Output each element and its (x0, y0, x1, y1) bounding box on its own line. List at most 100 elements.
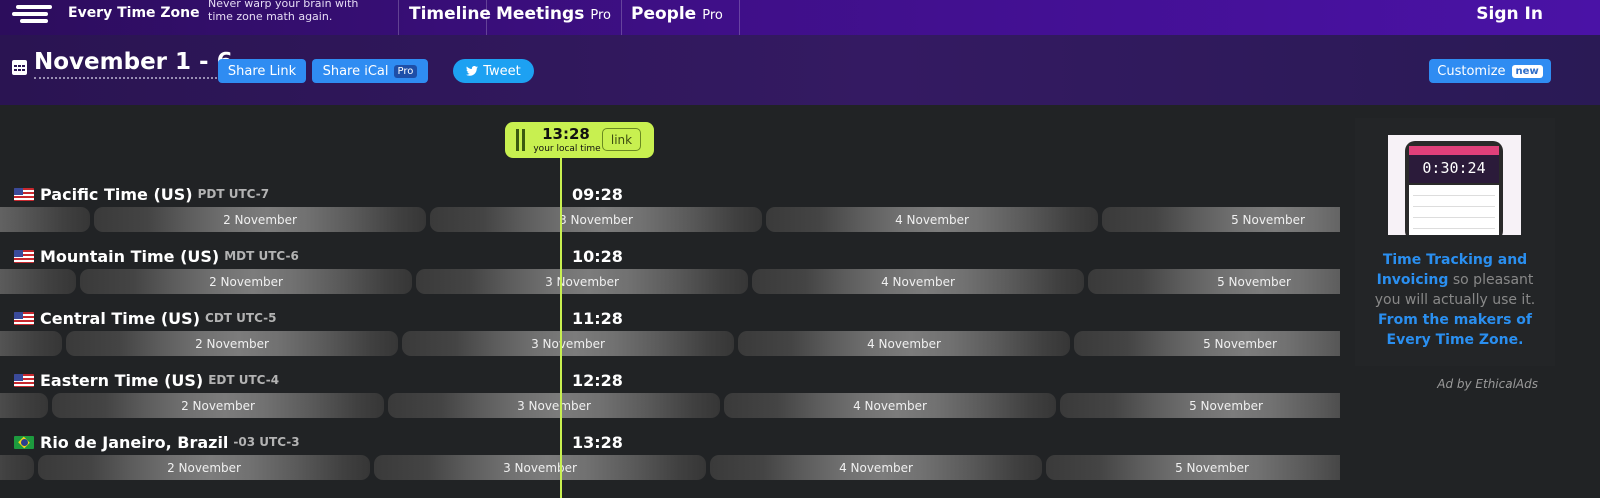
timezone-current-time: 11:28 (572, 308, 623, 328)
day-label: 5 November (1189, 398, 1263, 413)
nav-divider (621, 0, 622, 35)
timezone-offset: -03 UTC-3 (233, 435, 300, 449)
day-label: 2 November (195, 336, 269, 351)
day-segment[interactable] (0, 269, 76, 294)
day-label: 3 November (559, 212, 633, 227)
share-link-button[interactable]: Share Link (218, 59, 306, 83)
share-ical-label: Share iCal (322, 63, 389, 79)
day-segment[interactable] (0, 455, 34, 480)
customize-button[interactable]: Customize new (1429, 59, 1551, 83)
timezone-offset: EDT UTC-4 (208, 373, 280, 387)
nav-timeline[interactable]: Timeline (409, 4, 491, 24)
day-label: 4 November (881, 274, 955, 289)
day-strip[interactable]: 2 November 3 November 4 November 5 November (0, 455, 1340, 480)
us-flag-icon (14, 311, 34, 325)
timezone-label[interactable]: Central Time (US) CDT UTC-5 (14, 307, 277, 329)
day-segment[interactable] (0, 393, 48, 418)
local-time-label: your local time (533, 144, 601, 154)
timezone-offset: CDT UTC-5 (205, 311, 277, 325)
timezone-label[interactable]: Rio de Janeiro, Brazil -03 UTC-3 (14, 431, 300, 453)
ad-text[interactable]: Time Tracking and Invoicing so pleasant … (1363, 250, 1547, 350)
timezone-row[interactable]: Pacific Time (US) PDT UTC-7 09:28 2 Novembe… (0, 183, 1340, 245)
twitter-bird-icon (466, 66, 479, 76)
ad-image[interactable]: 0:30:24 (1388, 135, 1521, 235)
day-segment[interactable] (0, 331, 62, 356)
tweet-button[interactable]: Tweet (453, 59, 534, 83)
day-label: 3 November (517, 398, 591, 413)
day-label: 3 November (503, 460, 577, 475)
day-label: 2 November (223, 212, 297, 227)
day-label: 3 November (545, 274, 619, 289)
nav-people-label: People (631, 4, 697, 24)
date-range-title[interactable]: November 1 - 6 (34, 49, 233, 79)
ad-credit[interactable]: Ad by EthicalAds (1355, 377, 1538, 391)
page-header: November 1 - 6 Share Link Share iCal Pro … (0, 35, 1600, 105)
day-label: 5 November (1217, 274, 1291, 289)
us-flag-icon (14, 187, 34, 201)
day-label: 2 November (209, 274, 283, 289)
day-strip[interactable]: 2 November 3 November 4 November 5 November (0, 207, 1340, 232)
brand-name[interactable]: Every Time Zone (68, 5, 200, 21)
ad-maker-link[interactable]: From the makers of Every Time Zone. (1378, 312, 1532, 348)
day-label: 4 November (867, 336, 941, 351)
local-time-marker[interactable]: 13:28 your local time link (505, 122, 654, 158)
top-nav: Every Time Zone Never warp your brain wi… (0, 0, 1600, 35)
timezone-current-time: 09:28 (572, 184, 623, 204)
nav-people[interactable]: People Pro (631, 4, 723, 24)
sign-in-link[interactable]: Sign In (1476, 4, 1543, 24)
timezone-offset: PDT UTC-7 (197, 187, 270, 201)
local-time-value: 13:28 (542, 125, 590, 143)
share-link-label: Share Link (227, 63, 297, 79)
timezone-current-time: 10:28 (572, 246, 623, 266)
timezone-offset: MDT UTC-6 (224, 249, 299, 263)
nav-divider (739, 0, 740, 35)
timezone-row[interactable]: Mountain Time (US) MDT UTC-6 10:28 2 Novemb… (0, 245, 1340, 307)
day-label: 4 November (839, 460, 913, 475)
logo-icon[interactable] (12, 2, 52, 28)
timezone-row[interactable]: Rio de Janeiro, Brazil -03 UTC-3 13:28 2 No… (0, 431, 1340, 493)
nav-divider (398, 0, 399, 35)
day-label: 2 November (167, 460, 241, 475)
ad-panel[interactable]: 0:30:24 Time Tracking and Invoicing so p… (1355, 118, 1555, 366)
timezone-name: Pacific Time (US) (40, 184, 193, 204)
timezone-name: Eastern Time (US) (40, 370, 204, 390)
day-label: 3 November (531, 336, 605, 351)
nav-divider (486, 0, 487, 35)
brazil-flag-icon (14, 435, 34, 449)
calendar-icon[interactable] (12, 60, 27, 75)
pro-badge: Pro (393, 64, 418, 78)
timezone-row[interactable]: Eastern Time (US) EDT UTC-4 12:28 2 Novembe… (0, 369, 1340, 431)
local-time-link-button[interactable]: link (602, 128, 641, 151)
timezone-label[interactable]: Eastern Time (US) EDT UTC-4 (14, 369, 279, 391)
nav-timeline-label: Timeline (409, 4, 491, 24)
timezone-label[interactable]: Mountain Time (US) MDT UTC-6 (14, 245, 299, 267)
day-segment[interactable] (1088, 269, 1340, 294)
pro-badge: Pro (590, 8, 611, 23)
timezone-current-time: 12:28 (572, 370, 623, 390)
nav-meetings-label: Meetings (496, 4, 585, 24)
tweet-label: Tweet (483, 63, 521, 79)
day-label: 5 November (1231, 212, 1305, 227)
day-strip[interactable]: 2 November 3 November 4 November 5 November (0, 269, 1340, 294)
us-flag-icon (14, 373, 34, 387)
day-strip[interactable]: 2 November 3 November 4 November 5 November (0, 331, 1340, 356)
tagline: Never warp your brain with time zone mat… (208, 0, 359, 23)
day-label: 4 November (853, 398, 927, 413)
new-badge: new (1511, 64, 1543, 78)
day-label: 2 November (181, 398, 255, 413)
day-label: 5 November (1203, 336, 1277, 351)
timezone-row[interactable]: Central Time (US) CDT UTC-5 11:28 2 Novembe… (0, 307, 1340, 369)
timezone-label[interactable]: Pacific Time (US) PDT UTC-7 (14, 183, 269, 205)
nav-meetings[interactable]: Meetings Pro (496, 4, 611, 24)
day-segment[interactable] (0, 207, 90, 232)
day-strip[interactable]: 2 November 3 November 4 November 5 November (0, 393, 1340, 418)
share-ical-button[interactable]: Share iCal Pro (312, 59, 428, 83)
timeline[interactable]: Pacific Time (US) PDT UTC-7 09:28 2 Novembe… (0, 105, 1340, 498)
drag-handle-icon[interactable] (522, 129, 525, 151)
drag-handle-icon[interactable] (516, 129, 519, 151)
day-label: 5 November (1175, 460, 1249, 475)
local-time-line[interactable] (560, 150, 562, 498)
us-flag-icon (14, 249, 34, 263)
phone-illustration: 0:30:24 (1405, 141, 1503, 235)
day-label: 4 November (895, 212, 969, 227)
